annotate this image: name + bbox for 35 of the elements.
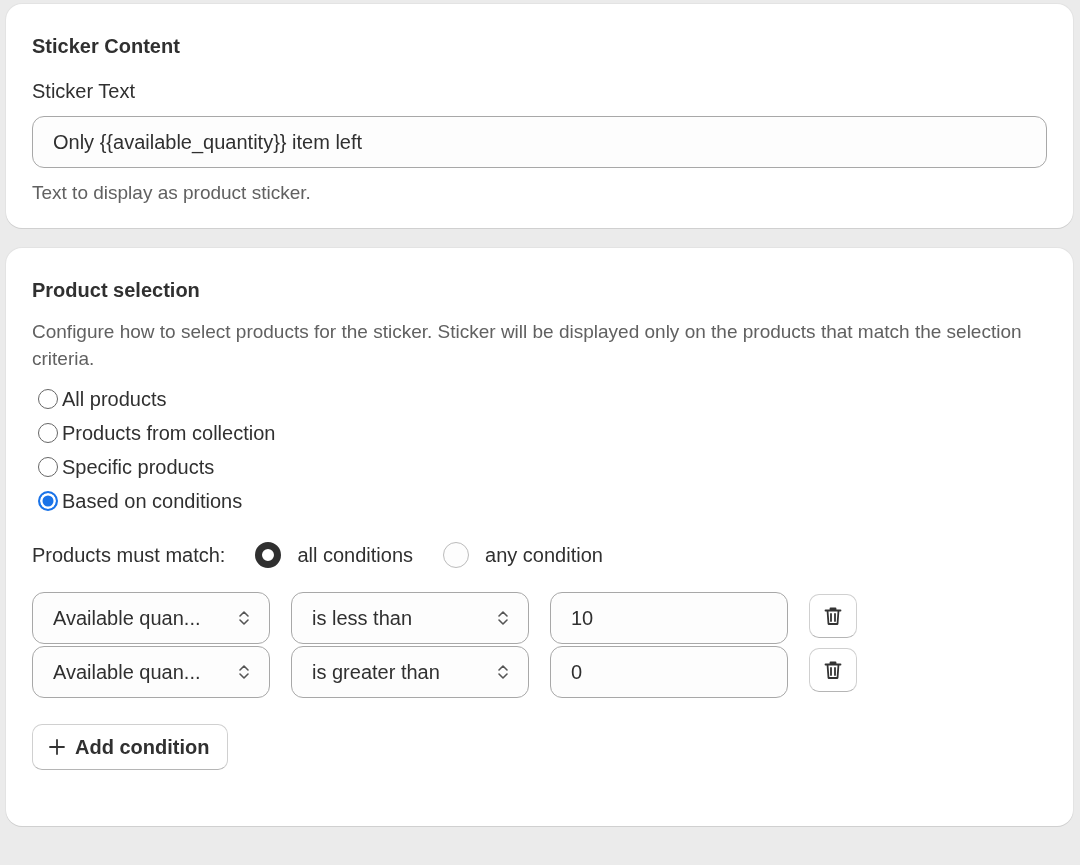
sticker-text-field[interactable]: Only {{available_quantity}} item left (32, 116, 1047, 168)
chevron-up-down-icon (496, 662, 510, 682)
plus-icon (49, 739, 65, 755)
section-title: Sticker Content (32, 34, 181, 59)
add-condition-button[interactable]: Add condition (32, 724, 229, 770)
radio-button[interactable] (38, 423, 58, 443)
radio-label[interactable]: Based on conditions (62, 489, 243, 513)
operator-select[interactable]: is less than (291, 592, 529, 644)
radio-label[interactable]: All products (62, 387, 167, 411)
section-title: Product selection (32, 278, 201, 303)
delete-button[interactable] (809, 648, 857, 692)
radio-button[interactable] (38, 491, 58, 511)
field-select[interactable]: Available quan... (32, 592, 270, 644)
delete-button[interactable] (809, 594, 857, 638)
trash-icon (824, 660, 842, 680)
chevron-up-down-icon (237, 608, 251, 628)
radio-button[interactable] (443, 542, 470, 568)
field-select[interactable]: Available quan... (32, 646, 270, 698)
radio-button[interactable] (255, 542, 282, 568)
help-text: Text to display as product sticker. (32, 181, 312, 205)
radio-button[interactable] (38, 457, 58, 477)
radio-label[interactable]: Specific products (62, 455, 215, 479)
match-label: Products must match: (32, 543, 226, 567)
chevron-up-down-icon (496, 608, 510, 628)
radio-label[interactable]: Products from collection (62, 421, 276, 445)
radio-button[interactable] (38, 389, 58, 409)
radio-label[interactable]: any condition (485, 543, 603, 567)
trash-icon (824, 606, 842, 626)
radio-label[interactable]: all conditions (297, 543, 414, 567)
chevron-up-down-icon (237, 662, 251, 682)
value-field[interactable]: 0 (550, 646, 788, 698)
description-text: Configure how to select products for the sticker. Sticker will be displayed only on the products that match the selection criteria. (32, 320, 1023, 371)
operator-select[interactable]: is greater than (291, 646, 529, 698)
value-field[interactable]: 10 (550, 592, 788, 644)
field-label: Sticker Text (32, 79, 136, 104)
